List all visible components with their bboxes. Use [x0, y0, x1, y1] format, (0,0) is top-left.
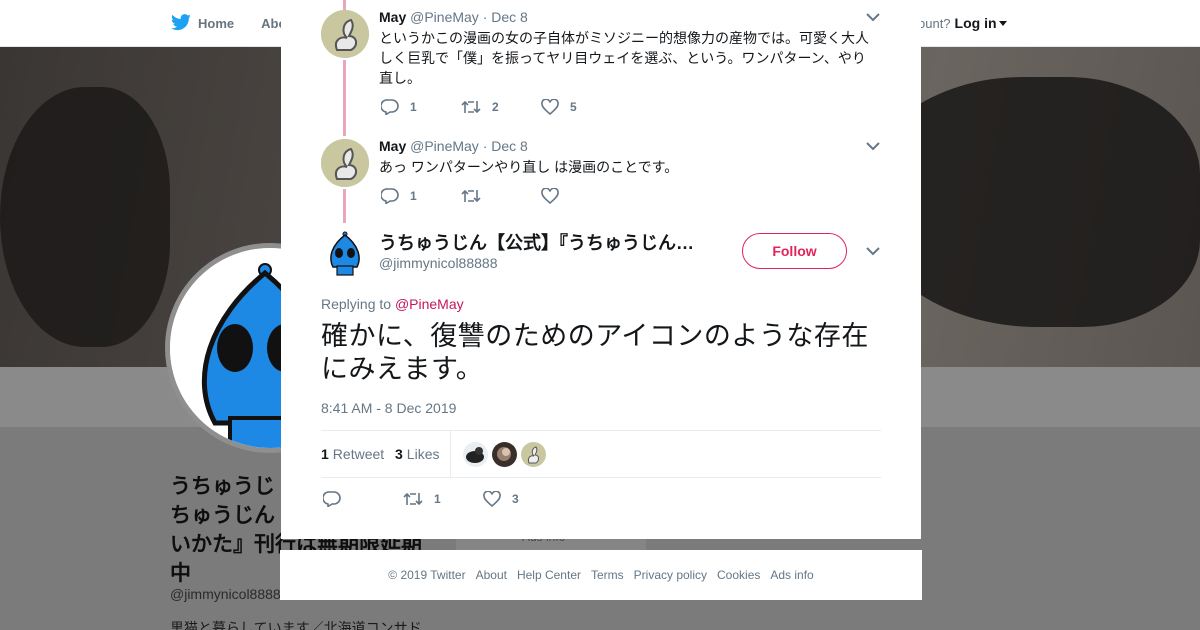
footer-link-help-center[interactable]: Help Center: [517, 568, 581, 582]
likes-stat-label: Likes: [406, 446, 440, 462]
liker-avatar[interactable]: [463, 442, 488, 467]
retweet-stat[interactable]: 1 Retweet: [321, 446, 384, 462]
author-handle[interactable]: @PineMay: [410, 9, 479, 25]
footer-link-about[interactable]: About: [476, 568, 507, 582]
tweet-date[interactable]: Dec 8: [491, 9, 528, 25]
main-tweet-actions: 1 3: [323, 489, 563, 509]
heart-icon: [541, 188, 559, 204]
alien-avatar-icon: [321, 229, 369, 277]
tweet-modal: May @PineMay · Dec 8 というかこの漫画の女の子自体がミソジニ…: [281, 0, 921, 539]
likes-stat[interactable]: 3 Likes: [395, 446, 439, 462]
meta-separator: ·: [482, 138, 488, 154]
author-name[interactable]: May: [379, 9, 406, 25]
footer-link-cookies[interactable]: Cookies: [717, 568, 760, 582]
reply-count: 1: [410, 189, 417, 203]
replying-to: Replying to @PineMay: [321, 296, 464, 312]
tweet-header: May @PineMay · Dec 8: [379, 9, 528, 25]
tweet-header: May @PineMay · Dec 8: [379, 138, 528, 154]
profile-handle: @jimmynicol8888: [170, 586, 281, 602]
liker-avatar[interactable]: [521, 442, 546, 467]
reply-button[interactable]: 1: [381, 188, 461, 204]
retweet-icon: [461, 100, 481, 114]
reply-count: 1: [410, 100, 417, 114]
tweet-text: あっ ワンパターンやり直し は漫画のことです。: [379, 159, 679, 175]
avatar[interactable]: [321, 10, 369, 58]
close-icon[interactable]: [1154, 12, 1180, 38]
reply-button[interactable]: [323, 491, 403, 507]
like-count: 3: [512, 492, 519, 506]
tweet-stats: 1 Retweet 3 Likes: [321, 430, 881, 478]
chevron-down-icon[interactable]: [866, 13, 880, 22]
tweet-date[interactable]: Dec 8: [491, 138, 528, 154]
like-count: 5: [570, 100, 577, 114]
footer-copyright: © 2019 Twitter: [388, 568, 466, 582]
tweet-text: というかこの漫画の女の子自体がミソジニー的想像力の産物では。可愛く大人しく巨乳で…: [379, 30, 869, 86]
retweet-stat-label: Retweet: [332, 446, 385, 462]
reply-icon: [323, 491, 341, 507]
reply-icon: [381, 99, 399, 115]
main-author-handle[interactable]: @jimmynicol88888: [379, 255, 497, 271]
follow-button[interactable]: Follow: [742, 233, 847, 269]
chevron-down-icon[interactable]: [866, 142, 880, 151]
retweet-button[interactable]: 2: [461, 99, 541, 115]
heart-icon: [483, 491, 501, 507]
retweet-count: 2: [492, 100, 499, 114]
login-link[interactable]: Log in: [955, 15, 997, 31]
like-button[interactable]: [541, 188, 621, 204]
retweet-count: 1: [434, 492, 441, 506]
footer: © 2019 Twitter About Help Center Terms P…: [280, 550, 922, 600]
author-handle[interactable]: @PineMay: [410, 138, 479, 154]
main-author-name[interactable]: うちゅうじん【公式】『うちゅうじん…: [379, 229, 694, 255]
main-tweet-avatar[interactable]: [321, 229, 369, 277]
like-button[interactable]: 3: [483, 491, 563, 507]
thread-line: [343, 189, 346, 223]
main-tweet-text: 確かに、復讐のためのアイコンのような存在にみえます。: [321, 321, 869, 384]
replying-prefix: Replying to: [321, 296, 392, 312]
tweet-actions: 1: [381, 186, 621, 206]
like-button[interactable]: 5: [541, 99, 621, 115]
thread-line: [343, 60, 346, 136]
tweet-timestamp[interactable]: 8:41 AM - 8 Dec 2019: [321, 400, 456, 416]
reply-button[interactable]: 1: [381, 99, 461, 115]
nav-home-link[interactable]: Home: [198, 16, 234, 31]
profile-bio: 黒猫と暮らしています／北海道コンサド: [170, 620, 422, 630]
caret-down-icon[interactable]: [998, 20, 1007, 26]
author-name[interactable]: May: [379, 138, 406, 154]
retweet-icon: [461, 189, 481, 203]
heart-icon: [541, 99, 559, 115]
tweet-actions: 1 2 5: [381, 97, 621, 117]
retweet-icon: [403, 492, 423, 506]
avatar[interactable]: [321, 139, 369, 187]
liker-avatar[interactable]: [492, 442, 517, 467]
twitter-bird-icon[interactable]: [170, 14, 192, 32]
chevron-down-icon[interactable]: [866, 247, 880, 256]
stats-divider: [450, 431, 451, 477]
retweet-stat-count: 1: [321, 446, 329, 462]
thread-line: [343, 0, 346, 10]
likes-stat-count: 3: [395, 446, 403, 462]
retweet-button[interactable]: 1: [403, 491, 483, 507]
replying-to-link[interactable]: @PineMay: [395, 296, 464, 312]
reply-icon: [381, 188, 399, 204]
footer-link-terms[interactable]: Terms: [591, 568, 624, 582]
retweet-button[interactable]: [461, 188, 541, 204]
meta-separator: ·: [482, 9, 488, 25]
footer-link-ads-info[interactable]: Ads info: [770, 568, 813, 582]
footer-link-privacy[interactable]: Privacy policy: [634, 568, 707, 582]
